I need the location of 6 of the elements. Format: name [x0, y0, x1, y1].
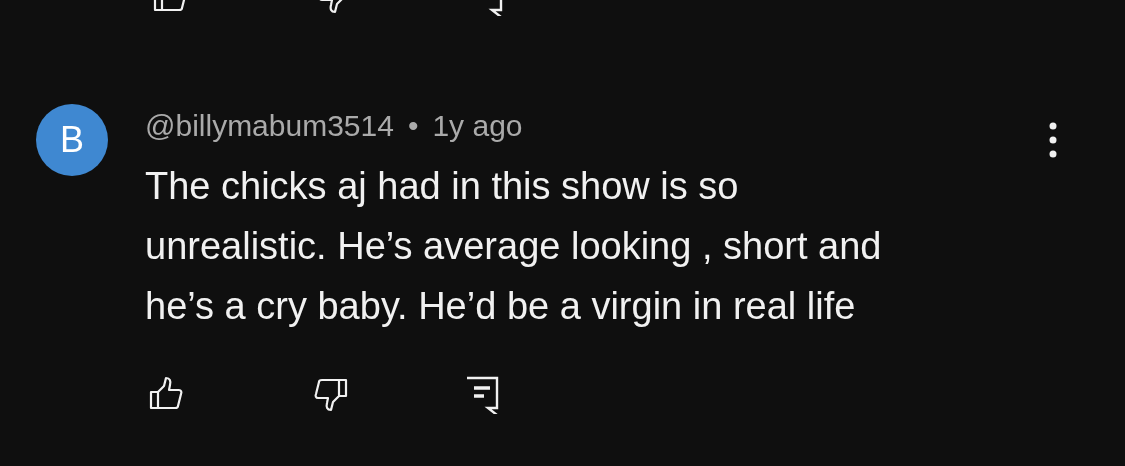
comment-text: The chicks aj had in this show is so unrealistic. He’s average looking , short and he’s a cry baby. He’d be a virgin in real life — [145, 164, 883, 329]
author-name[interactable]: @billymabum3514 — [145, 109, 394, 143]
avatar[interactable]: B — [36, 104, 108, 176]
comment-time: 1y ago — [432, 109, 523, 143]
separator-dot: • — [407, 109, 419, 143]
more-menu-button[interactable] — [1047, 122, 1059, 158]
